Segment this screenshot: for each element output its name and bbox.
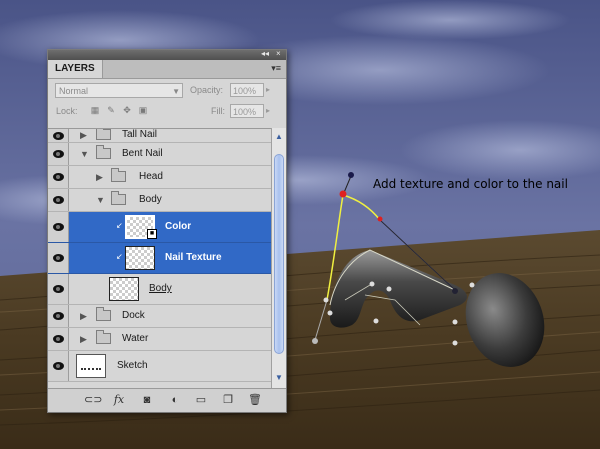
clipping-arrow-icon: ↙ [116, 252, 123, 261]
trash-icon[interactable]: 🗑 [248, 393, 262, 407]
folder-icon [111, 168, 126, 182]
fill-chevron-icon[interactable]: ▸ [266, 104, 270, 118]
adjustment-layer-icon[interactable]: ◐ [168, 393, 182, 407]
visibility-eye-icon[interactable] [48, 143, 69, 165]
blend-mode-select[interactable]: Normal ▼ [55, 83, 183, 98]
opacity-label: Opacity: [190, 85, 224, 95]
folder-icon [96, 307, 111, 321]
layer-name[interactable]: Head [139, 170, 163, 184]
panel-title-bar[interactable]: ◂◂ × [48, 49, 286, 60]
layer-name[interactable]: Body [139, 193, 162, 207]
lock-position-icon[interactable]: ✥ [122, 105, 132, 115]
layer-row-water[interactable]: ▶ Water [48, 328, 271, 351]
visibility-eye-icon[interactable] [48, 243, 69, 273]
visibility-eye-icon[interactable] [48, 166, 69, 188]
expand-triangle-icon[interactable]: ▶ [80, 310, 87, 322]
layers-scrollbar[interactable]: ▲ ▼ [271, 128, 286, 388]
layer-name[interactable]: Nail Texture [165, 251, 222, 265]
layer-row-color[interactable]: ↙ ■ Color [48, 212, 271, 243]
fx-icon[interactable]: fx [112, 393, 126, 407]
layer-thumbnail [125, 246, 155, 270]
layer-thumbnail [76, 354, 106, 378]
layer-row-body[interactable]: Body [48, 274, 271, 305]
folder-icon [96, 129, 111, 140]
expand-triangle-icon[interactable]: ▶ [80, 333, 87, 345]
fill-layer-icon: ■ [147, 229, 157, 239]
expand-triangle-icon[interactable]: ▶ [80, 129, 87, 141]
layer-thumbnail [109, 277, 139, 301]
visibility-eye-icon[interactable] [48, 274, 69, 304]
scroll-thumb[interactable] [274, 154, 284, 354]
layer-row-sketch[interactable]: Sketch [48, 351, 271, 382]
blend-options-row: Normal ▼ Opacity: 100% ▸ [48, 79, 286, 101]
lock-transparency-icon[interactable]: ▦ [90, 105, 100, 115]
close-panel-button[interactable]: × [276, 49, 281, 59]
layer-name[interactable]: Sketch [117, 359, 148, 373]
folder-icon [96, 330, 111, 344]
layer-name[interactable]: Color [165, 220, 191, 234]
visibility-eye-icon[interactable] [48, 328, 69, 350]
layer-row-bent-nail[interactable]: ▼ Bent Nail [48, 143, 271, 166]
visibility-eye-icon[interactable] [48, 129, 69, 142]
layers-panel: ◂◂ × LAYERS ▾≡ Normal ▼ Opacity: 100% ▸ … [47, 49, 287, 413]
fill-label: Fill: [211, 106, 225, 116]
layer-name[interactable]: Dock [122, 309, 145, 323]
new-layer-icon[interactable]: ❐ [221, 393, 235, 407]
layer-row-dock[interactable]: ▶ Dock [48, 305, 271, 328]
annotation-text: Add texture and color to the nail [373, 177, 568, 191]
lock-pixels-icon[interactable]: ✎ [106, 105, 116, 115]
double-arrow-left-icon[interactable]: ◂◂ [261, 49, 269, 59]
layer-row-body-group[interactable]: ▼ Body [48, 189, 271, 212]
visibility-eye-icon[interactable] [48, 212, 69, 242]
layer-name[interactable]: Bent Nail [122, 147, 163, 161]
layer-name[interactable]: Tall Nail [122, 129, 157, 142]
panel-menu-icon[interactable]: ▾≡ [271, 63, 281, 74]
visibility-eye-icon[interactable] [48, 189, 69, 211]
link-layers-icon[interactable]: ⊂⊃ [84, 393, 102, 407]
layer-name[interactable]: Body [149, 282, 172, 296]
scroll-down-icon[interactable]: ▼ [273, 372, 285, 384]
opacity-input[interactable]: 100% [230, 83, 264, 97]
layer-row-head[interactable]: ▶ Head [48, 166, 271, 189]
visibility-eye-icon[interactable] [48, 351, 69, 381]
lock-all-icon[interactable]: ▣ [138, 105, 148, 115]
clipping-arrow-icon: ↙ [116, 221, 123, 230]
panel-tab-row: LAYERS ▾≡ [48, 60, 286, 79]
folder-icon [96, 145, 111, 159]
lock-label: Lock: [56, 106, 78, 116]
folder-icon [111, 191, 126, 205]
expand-triangle-icon[interactable]: ▼ [80, 148, 89, 160]
add-mask-icon[interactable]: ◙ [140, 393, 154, 407]
layers-bottom-bar: ⊂⊃ fx ◙ ◐ ▭ ❐ 🗑 [48, 388, 286, 412]
layer-thumbnail: ■ [125, 215, 157, 239]
visibility-eye-icon[interactable] [48, 305, 69, 327]
layer-name[interactable]: Water [122, 332, 148, 346]
scroll-up-icon[interactable]: ▲ [273, 131, 285, 143]
new-group-icon[interactable]: ▭ [194, 393, 208, 407]
layer-row-tall-nail[interactable]: ▶ Tall Nail [48, 129, 271, 143]
chevron-down-icon: ▼ [172, 87, 180, 96]
tab-layers[interactable]: LAYERS [48, 60, 103, 78]
layer-row-nail-texture[interactable]: ↙ Nail Texture [48, 243, 271, 274]
expand-triangle-icon[interactable]: ▼ [96, 194, 105, 206]
blend-mode-value: Normal [59, 86, 89, 96]
opacity-chevron-icon[interactable]: ▸ [266, 83, 270, 97]
fill-input[interactable]: 100% [230, 104, 264, 118]
expand-triangle-icon[interactable]: ▶ [96, 171, 103, 183]
lock-options-row: Lock: ▦ ✎ ✥ ▣ Fill: 100% ▸ [48, 101, 286, 123]
